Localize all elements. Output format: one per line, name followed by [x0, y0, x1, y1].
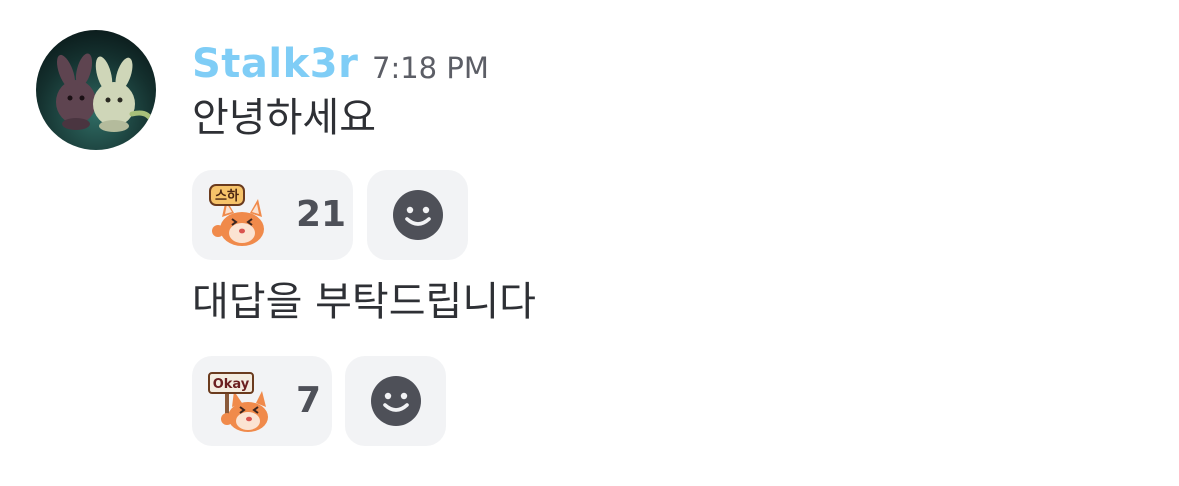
add-reaction-button[interactable]: [367, 170, 468, 260]
reaction-count: 7: [296, 380, 322, 421]
add-reaction-button[interactable]: [345, 356, 446, 446]
fox-sticker-seuha-emoji-icon: 스하: [209, 184, 264, 246]
reaction-button[interactable]: Okay 7: [192, 356, 332, 446]
message-timestamp: 7:18 PM: [372, 51, 489, 85]
author-name[interactable]: Stalk3r: [192, 36, 358, 92]
avatar[interactable]: [36, 30, 156, 150]
sticker-caption: 스하: [215, 188, 239, 204]
smiley-add-reaction-icon: [370, 376, 421, 426]
reaction-count: 21: [296, 194, 347, 235]
fox-sticker-okay-emoji-icon: Okay: [208, 372, 268, 432]
sticker-caption: Okay: [213, 377, 250, 392]
message-text: 안녕하세요: [192, 95, 376, 141]
smiley-add-reaction-icon: [392, 190, 443, 240]
message-text: 대답을 부탁드립니다: [192, 279, 536, 325]
reaction-button[interactable]: 스하 21: [192, 170, 353, 260]
